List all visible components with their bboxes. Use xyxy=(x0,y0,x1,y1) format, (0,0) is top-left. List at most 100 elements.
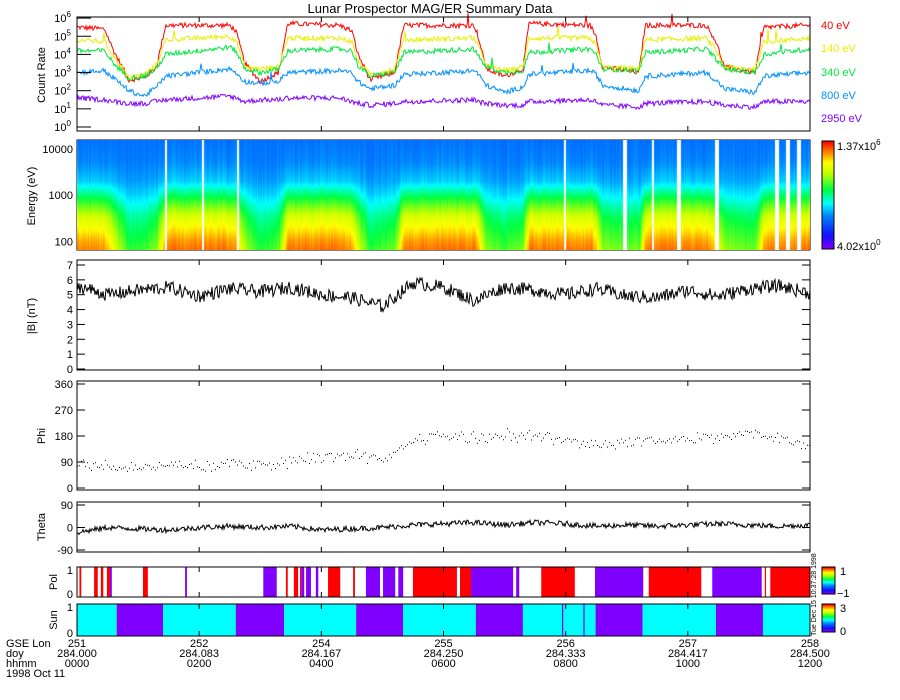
count-rate-ytick-label: 101 xyxy=(54,101,71,116)
count-rate-ytick-label: 105 xyxy=(54,28,71,43)
phi-point xyxy=(255,467,256,469)
phi-point xyxy=(377,459,378,461)
phi-point xyxy=(571,441,572,443)
phi-point xyxy=(531,439,532,441)
phi-point xyxy=(183,467,184,469)
phi-point xyxy=(527,432,528,434)
phi-point xyxy=(113,465,114,467)
phi-point xyxy=(639,437,640,439)
phi-point xyxy=(101,464,102,466)
phi-point xyxy=(767,438,768,440)
phi-point xyxy=(595,440,596,442)
phi-point xyxy=(83,459,84,461)
phi-point xyxy=(535,434,536,436)
phi-point xyxy=(785,437,786,439)
phi-point xyxy=(731,438,732,440)
pol-segment xyxy=(106,567,110,597)
phi-point xyxy=(577,440,578,442)
phi-point xyxy=(355,451,356,453)
sun-segment xyxy=(762,604,810,636)
phi-point xyxy=(275,467,276,469)
phi-point xyxy=(175,461,176,463)
phi-point xyxy=(597,445,598,447)
pol-segment xyxy=(516,567,520,597)
phi-point xyxy=(667,440,668,442)
phi-point xyxy=(567,437,568,439)
phi-point xyxy=(147,464,148,466)
xtick-label-hhmm: 0600 xyxy=(431,658,455,670)
phi-point xyxy=(491,438,492,440)
count-rate-ytick-label: 104 xyxy=(54,46,71,61)
phi-point xyxy=(99,467,100,469)
phi-point xyxy=(781,435,782,437)
theta-line xyxy=(76,518,811,536)
phi-point xyxy=(381,460,382,462)
phi-point xyxy=(367,462,368,464)
phi-point xyxy=(251,469,252,471)
sun-colorbar-max: 3 xyxy=(840,603,846,615)
legend-140ev: 140 eV xyxy=(821,43,857,55)
phi-point xyxy=(583,440,584,442)
phi-point xyxy=(111,468,112,470)
phi-point xyxy=(215,469,216,471)
phi-point xyxy=(127,470,128,472)
phi-point xyxy=(677,440,678,442)
phi-point xyxy=(405,446,406,448)
phi-point xyxy=(407,444,408,446)
plot-marks: 1001011021031041051061001000100000123456… xyxy=(42,10,836,670)
phi-point xyxy=(205,470,206,472)
phi-point xyxy=(417,439,418,441)
phi-point xyxy=(227,459,228,461)
phi-point xyxy=(167,465,168,467)
plot-title: Lunar Prospector MAG/ER Summary Data xyxy=(308,1,554,16)
phi-point xyxy=(267,464,268,466)
phi-point xyxy=(745,430,746,432)
b-magnitude-ytick-label: 7 xyxy=(67,260,73,272)
summary-plot: Lunar Prospector MAG/ER Summary Data Cou… xyxy=(0,0,900,700)
phi-point xyxy=(649,437,650,439)
phi-point xyxy=(469,441,470,443)
energy-ytick-label: 100 xyxy=(55,236,73,248)
phi-point xyxy=(555,438,556,440)
phi-point xyxy=(277,463,278,465)
sun-segment xyxy=(715,604,763,636)
phi-point xyxy=(209,464,210,466)
legend-340ev: 340 eV xyxy=(821,67,857,79)
phi-point xyxy=(631,445,632,447)
phi-point xyxy=(517,441,518,443)
phi-point xyxy=(95,462,96,464)
phi-point xyxy=(661,441,662,443)
pol-segment xyxy=(594,567,644,597)
phi-point xyxy=(707,434,708,436)
phi-point xyxy=(459,435,460,437)
phi-point xyxy=(619,442,620,444)
phi-point xyxy=(351,456,352,458)
phi-point xyxy=(601,447,602,449)
pol-segment xyxy=(109,567,112,597)
sun-segment xyxy=(642,604,716,636)
phi-point xyxy=(233,459,234,461)
phi-point xyxy=(281,457,282,459)
phi-point xyxy=(533,435,534,437)
pol-segment xyxy=(459,567,471,597)
phi-point xyxy=(171,461,172,463)
phi-point xyxy=(329,452,330,454)
b-magnitude-ytick-label: 6 xyxy=(67,275,73,287)
phi-point xyxy=(643,440,644,442)
pol-segment xyxy=(712,567,762,597)
phi-point xyxy=(315,461,316,463)
pol-segment xyxy=(770,567,810,597)
phi-point xyxy=(223,463,224,465)
phi-point xyxy=(261,463,262,465)
sun-segment xyxy=(583,604,585,636)
count-rate-ylabel: Count Rate xyxy=(36,47,48,103)
phi-point xyxy=(157,467,158,469)
phi-point xyxy=(461,431,462,433)
phi-point xyxy=(433,433,434,435)
phi-point xyxy=(499,437,500,439)
phi-point xyxy=(479,439,480,441)
xtick-label-hhmm: 0800 xyxy=(553,658,577,670)
pol-segment xyxy=(299,567,302,597)
phi-point xyxy=(319,455,320,457)
phi-point xyxy=(229,466,230,468)
